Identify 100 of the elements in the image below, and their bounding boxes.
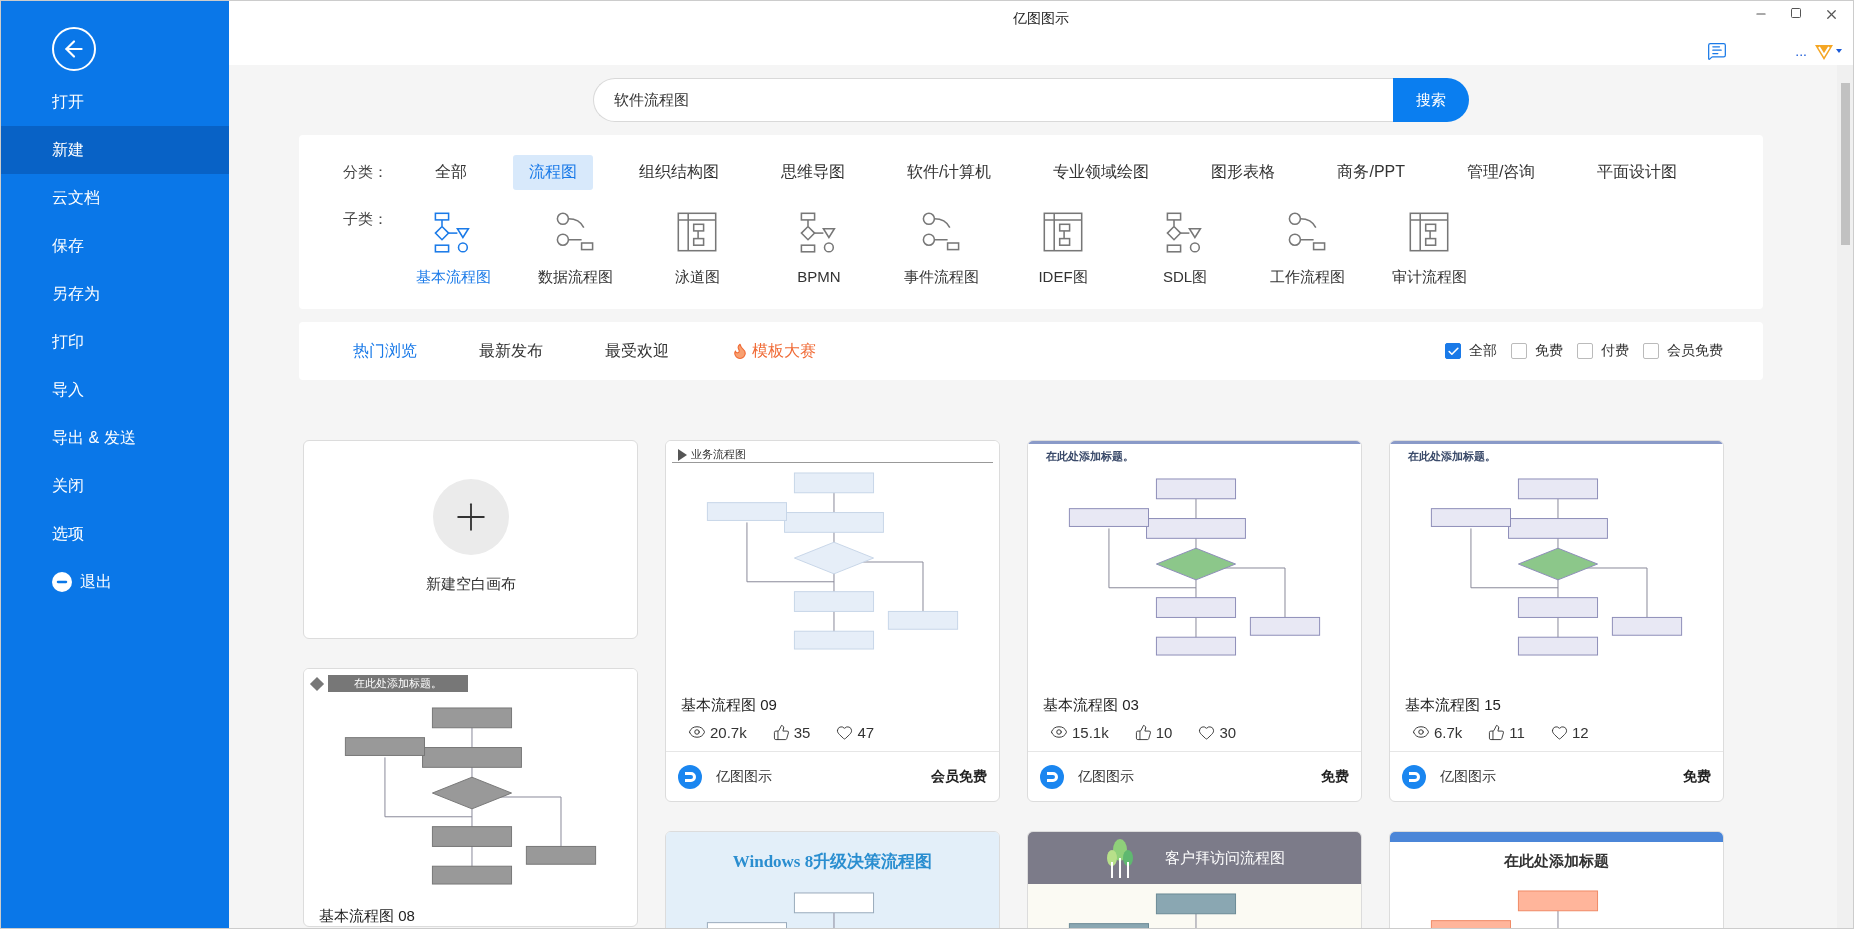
thumbnail-heading: 业务流程图 [672,441,993,463]
flame-icon [731,342,749,360]
blank-canvas-label: 新建空白画布 [425,575,516,594]
category-tab[interactable]: 思维导图 [765,155,861,190]
category-label: 分类： [343,163,389,182]
filter-label: 全部 [1469,342,1497,360]
filter-checkbox[interactable] [1643,343,1659,359]
like-count: 11 [1509,723,1525,741]
sidebar-label: 退出 [80,571,112,592]
thumbnail-heading: 在此处添加标题 [1390,832,1723,881]
category-tab[interactable]: 平面设计图 [1581,155,1694,190]
checkmark-icon [1446,344,1460,358]
sidebar-item[interactable]: 保存 [1,222,229,270]
thumbs-up-icon [772,723,790,741]
category-tab[interactable]: 专业领域绘图 [1037,155,1166,190]
template-card[interactable]: 客户拜访问流程图 [1027,831,1362,928]
author-name: 亿图图示 [716,767,773,786]
category-tab[interactable]: 组织结构图 [623,155,735,190]
chat-button[interactable] [1707,41,1728,61]
sidebar-item[interactable]: 导入 [1,366,229,414]
category-tab[interactable]: 全部 [419,155,483,190]
maximize-icon [1790,7,1802,19]
price-label: 会员免费 [931,767,987,786]
filter-label: 付费 [1601,342,1629,360]
tree-icon [1104,838,1135,878]
sidebar-item[interactable]: 另存为 [1,270,229,318]
author-name: 亿图图示 [1078,767,1135,786]
sidebar-item[interactable]: 关闭 [1,462,229,510]
category-tab[interactable]: 管理/咨询 [1451,155,1552,190]
logo-icon [678,764,702,789]
search-field[interactable]: 软件流程图 [593,78,1393,122]
template-name: 基本流程图 03 [1042,695,1140,715]
subcategory-item[interactable]: SDL图 [1133,210,1237,287]
template-card[interactable]: 在此处添加标题 [1389,831,1724,928]
template-card[interactable]: 在此处添加标题。 基本流程图 03 15.1k 10 30 亿图图示 免费 [1027,440,1362,802]
thumbnail-heading: 在此处添加标题。 [328,675,468,692]
logo-icon [1040,764,1064,789]
template-card[interactable]: 业务流程图 基本流程图 09 20.7k 35 47 亿图图示 会员免费 [665,440,1000,802]
sidebar-item[interactable]: 导出 & 发送 [1,414,229,462]
like-count: 35 [793,723,811,741]
template-card[interactable]: 在此处添加标题。 基本流程图 15 6.7k 11 12 亿图图示 免费 [1389,440,1724,802]
template-name: 基本流程图 09 [680,695,778,715]
subcategory-item[interactable]: 数据流程图 [523,210,627,287]
scrollbar[interactable] [1837,65,1853,928]
filter-label: 免费 [1535,342,1563,360]
sidebar-item[interactable]: 打开 [1,78,229,126]
thumbnail-heading: 在此处添加标题。 [1390,441,1723,469]
thumbs-up-icon [1134,723,1152,741]
eye-icon [1412,723,1430,741]
close-icon [1824,7,1839,22]
sort-tab[interactable]: 最新发布 [479,340,543,362]
new-blank-canvas-card[interactable]: 新建空白画布 [303,440,638,639]
subcategory-item[interactable]: 基本流程图 [401,210,505,287]
heart-icon [836,723,854,741]
favorite-count: 30 [1219,723,1237,741]
subcategory-item[interactable]: 工作流程图 [1255,210,1359,287]
category-tab[interactable]: 流程图 [513,155,593,190]
subcategory-item[interactable]: 事件流程图 [889,210,993,287]
category-tab[interactable]: 软件/计算机 [891,155,1008,190]
eye-icon [1050,723,1068,741]
category-tab[interactable]: 图形表格 [1195,155,1292,190]
heart-icon [1550,723,1568,741]
back-button[interactable] [52,27,96,71]
thumbnail-heading: 客户拜访问流程图 [1164,848,1285,868]
template-name: 基本流程图 08 [318,906,416,926]
view-count: 6.7k [1434,723,1463,741]
filter-label: 会员免费 [1667,342,1723,360]
view-count: 15.1k [1072,723,1109,741]
close-button[interactable] [1824,7,1839,22]
view-count: 20.7k [710,723,747,741]
search-button[interactable]: 搜索 [1393,78,1469,122]
sidebar-item[interactable]: 打印 [1,318,229,366]
sort-tab[interactable]: 最受欢迎 [605,340,669,362]
window-title: 亿图图示 [1013,10,1069,28]
thumbs-up-icon [1488,723,1506,741]
flowchart-icon [675,210,719,254]
template-name: 基本流程图 15 [1404,695,1502,715]
subcategory-item[interactable]: 审计流程图 [1377,210,1481,287]
filter-checkbox[interactable] [1577,343,1593,359]
subcategory-item[interactable]: IDEF图 [1011,210,1115,287]
filter-checkbox[interactable] [1511,343,1527,359]
template-card[interactable]: 在此处添加标题。 基本流程图 08 [303,668,638,927]
sort-tab[interactable]: 热门浏览 [353,340,417,362]
category-tab[interactable]: 商务/PPT [1321,155,1421,190]
sidebar-item[interactable]: 云文档 [1,174,229,222]
logo-icon [1402,764,1426,789]
favorite-count: 12 [1571,723,1589,741]
sidebar-item[interactable]: 新建 [1,126,229,174]
sidebar-item[interactable]: 退出 [1,558,229,606]
sidebar-item[interactable]: 选项 [1,510,229,558]
more-button[interactable]: ... [1795,43,1807,59]
filter-checkbox[interactable] [1445,343,1461,359]
price-label: 免费 [1683,767,1711,786]
flowchart-icon [1041,210,1085,254]
subcategory-label: 子类： [343,210,389,229]
subcategory-item[interactable]: 泳道图 [645,210,749,287]
chat-icon [1707,41,1728,61]
subcategory-item[interactable]: BPMN [767,210,871,287]
price-label: 免费 [1321,767,1349,786]
favorite-count: 47 [857,723,875,741]
